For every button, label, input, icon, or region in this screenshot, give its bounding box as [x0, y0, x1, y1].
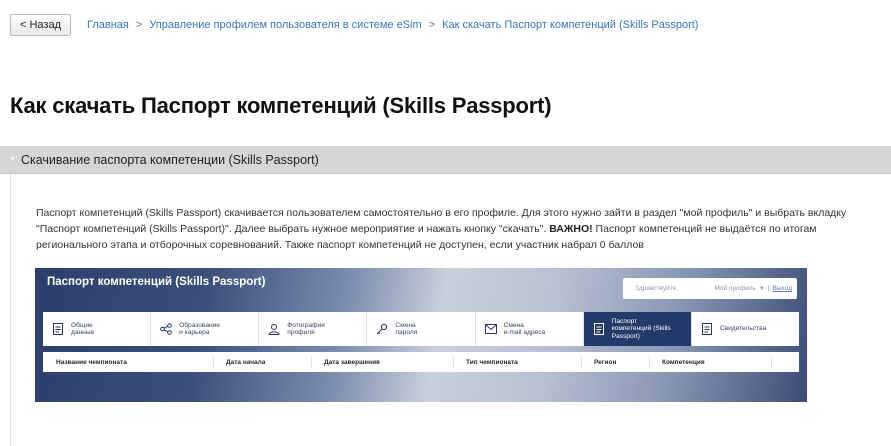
tab-label: Смена e-mail адреса — [503, 321, 546, 337]
user-menu-box: Здравствуйте, Мой профиль ▼ | Выход — [623, 278, 797, 299]
instructions-paragraph: Паспорт компетенций (Skills Passport) ск… — [36, 206, 868, 253]
column-divider — [771, 356, 772, 368]
championships-table-header: Название чемпионата Дата начала Дата зав… — [43, 352, 799, 372]
tab-label: Свидетельства — [719, 325, 767, 333]
column-header: Дата начала — [226, 359, 266, 366]
breadcrumb-profile-management[interactable]: Управление профилем пользователя в систе… — [149, 19, 421, 31]
column-divider — [453, 356, 454, 368]
profile-tabs: Общие данные Образование и карьера Фотог… — [43, 312, 799, 346]
tab-change-email: Смена e-mail адреса — [475, 312, 584, 346]
greeting-text: Здравствуйте, — [635, 285, 679, 292]
column-header: Регион — [594, 359, 617, 366]
column-divider — [213, 356, 214, 368]
mail-icon — [484, 322, 498, 336]
tab-general-data: Общие данные — [43, 312, 152, 346]
breadcrumb-separator: > — [135, 19, 143, 31]
column-header: Компетенция — [662, 359, 705, 366]
tab-label: Образование и карьера — [179, 321, 221, 337]
document-icon — [51, 322, 65, 336]
tab-label: Общие данные — [71, 321, 95, 337]
document-icon — [700, 322, 714, 336]
tab-label: Паспорт компетенций (Skills Passport) — [611, 317, 671, 340]
accordion-title: Скачивание паспорта компетенции (Skills … — [20, 152, 319, 167]
column-header: Название чемпионата — [56, 359, 127, 366]
accordion-header[interactable]: ▼ Скачивание паспорта компетенции (Skill… — [0, 146, 891, 174]
back-button[interactable]: < Назад — [10, 14, 71, 36]
chevron-down-icon: ▼ — [758, 285, 765, 292]
tab-profile-photo: Фотография профиля — [259, 312, 368, 346]
share-icon — [159, 322, 173, 336]
logout-link: Выход — [772, 285, 792, 292]
column-divider — [311, 356, 312, 368]
column-divider — [581, 356, 582, 368]
menu-divider: | — [767, 285, 770, 292]
breadcrumb: Главная > Управление профилем пользовате… — [87, 19, 698, 31]
page-title: Как скачать Паспорт компетенций (Skills … — [10, 93, 552, 118]
tab-label: Смена пароля — [395, 321, 418, 337]
column-divider — [649, 356, 650, 368]
important-label: ВАЖНО! — [549, 222, 593, 235]
breadcrumb-home[interactable]: Главная — [87, 19, 129, 31]
top-navigation: < Назад Главная > Управление профилем по… — [10, 14, 698, 36]
tab-change-password: Смена пароля — [367, 312, 476, 346]
tab-education-career: Образование и карьера — [151, 312, 260, 346]
breadcrumb-current-page[interactable]: Как скачать Паспорт компетенций (Skills … — [442, 19, 698, 31]
column-header: Тип чемпионата — [466, 359, 518, 366]
document-icon — [592, 322, 606, 336]
tab-label: Фотография профиля — [287, 321, 325, 337]
screenshot-title: Паспорт компетенций (Skills Passport) — [47, 276, 266, 288]
my-profile-link: Мой профиль — [714, 285, 756, 292]
breadcrumb-separator: > — [428, 19, 436, 31]
column-header: Дата завершения — [324, 359, 380, 366]
tab-certificates: Свидетельства — [691, 312, 799, 346]
key-icon — [375, 322, 389, 336]
camera-icon — [267, 322, 281, 336]
caret-down-icon: ▼ — [9, 156, 16, 163]
profile-screenshot-image: Паспорт компетенций (Skills Passport) Зд… — [35, 268, 807, 402]
tab-skills-passport: Паспорт компетенций (Skills Passport) — [583, 312, 692, 346]
